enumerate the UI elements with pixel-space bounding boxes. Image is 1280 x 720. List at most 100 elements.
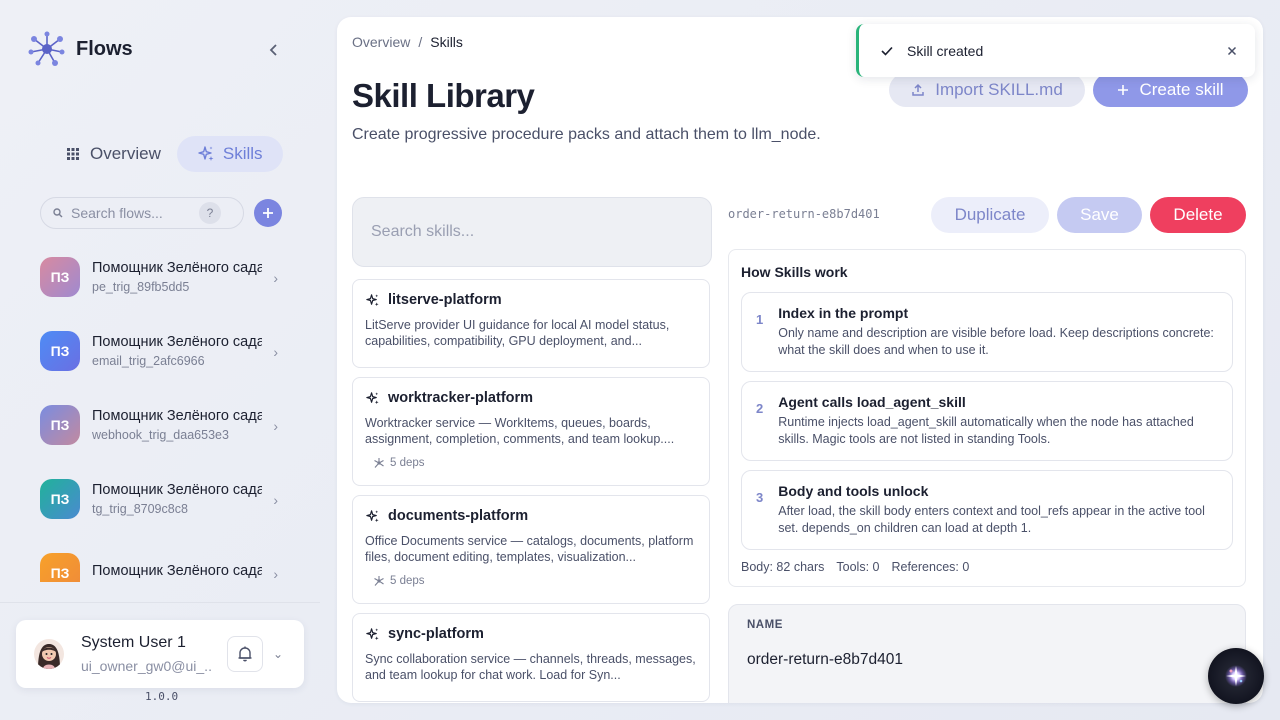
breadcrumb-overview-link[interactable]: Overview (352, 34, 410, 50)
user-card[interactable]: System User 1 ui_owner_gw0@ui_... ⌄ (16, 620, 304, 688)
duplicate-button[interactable]: Duplicate (931, 197, 1049, 233)
breadcrumb-separator: / (418, 34, 423, 50)
mode-skills-button[interactable]: Skills (176, 136, 283, 172)
user-name: System User 1 (81, 634, 186, 651)
chevron-down-icon[interactable]: ⌄ (273, 647, 283, 661)
flow-name: Помощник Зелёного сада (92, 482, 262, 498)
skill-description: Office Documents service — catalogs, doc… (365, 534, 694, 564)
assistant-sparkle-icon (1225, 665, 1247, 687)
sparkle-icon (198, 146, 214, 161)
flow-name: Помощник Зелёного сада (92, 563, 262, 579)
flow-trigger-id: pe_trig_89fb5dd5 (92, 280, 190, 294)
plus-icon (263, 208, 273, 218)
flow-list-item[interactable]: ПЗ Помощник Зелёного сада tg_trig_8709c8c… (28, 462, 296, 536)
how-skills-work-panel: How Skills work 1 Index in the prompt On… (728, 249, 1246, 587)
flow-search-box: ? (40, 197, 244, 229)
step-number: 1 (756, 312, 764, 327)
import-skill-label: Import SKILL.md (935, 80, 1063, 99)
plus-icon (1118, 85, 1129, 95)
flow-trigger-id: tg_trig_8709c8c8 (92, 502, 188, 516)
flow-list-item[interactable]: ПЗ Помощник Зелёного сада webhook_trig_da… (28, 388, 296, 462)
search-help-icon[interactable]: ? (199, 202, 221, 224)
create-skill-button[interactable]: Create skill (1093, 73, 1248, 107)
save-button[interactable]: Save (1057, 197, 1142, 233)
skill-deps-count: 5 deps (390, 457, 425, 469)
flow-list: ПЗ Помощник Зелёного сада pe_trig_89fb5dd… (28, 240, 296, 582)
sparkle-icon (366, 627, 379, 640)
flow-avatar: ПЗ (40, 257, 80, 297)
mode-overview-button[interactable]: Overview (52, 136, 173, 172)
how-step: 1 Index in the prompt Only name and desc… (741, 292, 1233, 372)
app-name: Flows (76, 37, 133, 60)
step-number: 3 (756, 490, 764, 505)
add-flow-button[interactable] (254, 199, 282, 227)
skill-name: litserve-platform (388, 292, 502, 308)
skill-search-box (352, 197, 712, 267)
breadcrumb: Overview / Skills (352, 34, 463, 50)
flow-name: Помощник Зелёного сада (92, 334, 262, 350)
skill-deps-count: 5 deps (390, 575, 425, 587)
skill-description: LitServe provider UI guidance for local … (365, 318, 670, 348)
step-title: Agent calls load_agent_skill (778, 394, 966, 410)
flow-avatar: ПЗ (40, 405, 80, 445)
step-title: Index in the prompt (778, 305, 909, 321)
skill-name: documents-platform (388, 508, 529, 524)
name-field-label: NAME (747, 619, 783, 631)
chevron-right-icon: › (273, 270, 278, 286)
mode-switch: Overview Skills (52, 136, 283, 172)
tools-stat: Tools: 0 (836, 560, 880, 574)
flows-logo-icon (28, 31, 65, 66)
dependencies-icon (374, 576, 384, 586)
close-icon[interactable] (1227, 46, 1237, 56)
delete-button[interactable]: Delete (1150, 197, 1246, 233)
how-skills-title: How Skills work (741, 264, 848, 280)
breadcrumb-current: Skills (430, 34, 463, 50)
assistant-button[interactable] (1208, 648, 1264, 704)
skill-description: Worktracker service — WorkItems, queues,… (365, 416, 675, 446)
flow-name: Помощник Зелёного сада (92, 408, 262, 424)
user-email: ui_owner_gw0@ui_... (81, 658, 211, 674)
step-title: Body and tools unlock (778, 483, 929, 499)
skill-name-input[interactable] (747, 651, 1227, 669)
flow-search-input[interactable] (71, 205, 191, 221)
chevron-left-icon (269, 44, 277, 56)
skill-card[interactable]: sync-platform Sync collaboration service… (352, 613, 710, 702)
collapse-sidebar-button[interactable] (262, 38, 286, 62)
skill-card[interactable]: documents-platform Office Documents serv… (352, 495, 710, 604)
name-field-panel: NAME (728, 604, 1246, 703)
flow-avatar: ПЗ (40, 479, 80, 519)
toast-message: Skill created (907, 42, 984, 59)
toast-notification: Skill created (856, 24, 1255, 77)
chevron-right-icon: › (273, 344, 278, 360)
how-step: 3 Body and tools unlock After load, the … (741, 470, 1233, 550)
bell-icon (238, 646, 252, 662)
import-skill-button[interactable]: Import SKILL.md (889, 73, 1085, 107)
skill-card[interactable]: litserve-platform LitServe provider UI g… (352, 279, 710, 368)
skill-deps: 5 deps (365, 457, 697, 469)
main-panel: Overview / Skills Skill Library Create p… (337, 17, 1263, 703)
sidebar-divider (0, 602, 320, 603)
mode-overview-label: Overview (90, 144, 161, 163)
flow-list-item[interactable]: ПЗ Помощник Зелёного сада pe_trig_89fb5dd… (28, 240, 296, 314)
sparkle-icon (366, 391, 379, 404)
flow-search-row: ? (40, 197, 282, 229)
step-number: 2 (756, 401, 764, 416)
grid-icon (67, 148, 79, 160)
skill-name: worktracker-platform (388, 390, 534, 406)
mode-skills-label: Skills (222, 144, 263, 163)
skill-stats: Body: 82 chars Tools: 0 References: 0 (741, 560, 1233, 574)
notifications-button[interactable] (227, 636, 263, 672)
skill-card[interactable]: worktracker-platform Worktracker service… (352, 377, 710, 486)
flow-avatar: ПЗ (40, 331, 80, 371)
flow-list-item[interactable]: ПЗ Помощник Зелёного сада › (28, 536, 296, 582)
app-version: 1.0.0 (145, 690, 179, 703)
brand[interactable]: Flows (28, 30, 133, 68)
flow-name: Помощник Зелёного сада (92, 260, 262, 276)
flow-list-item[interactable]: ПЗ Помощник Зелёного сада email_trig_2afc… (28, 314, 296, 388)
avatar (34, 639, 64, 669)
step-text: Runtime injects load_agent_skill automat… (778, 415, 1194, 446)
check-icon (881, 46, 893, 56)
skill-description: Sync collaboration service — channels, t… (365, 652, 696, 682)
skill-name: sync-platform (388, 626, 484, 642)
skill-search-input[interactable] (371, 223, 693, 241)
